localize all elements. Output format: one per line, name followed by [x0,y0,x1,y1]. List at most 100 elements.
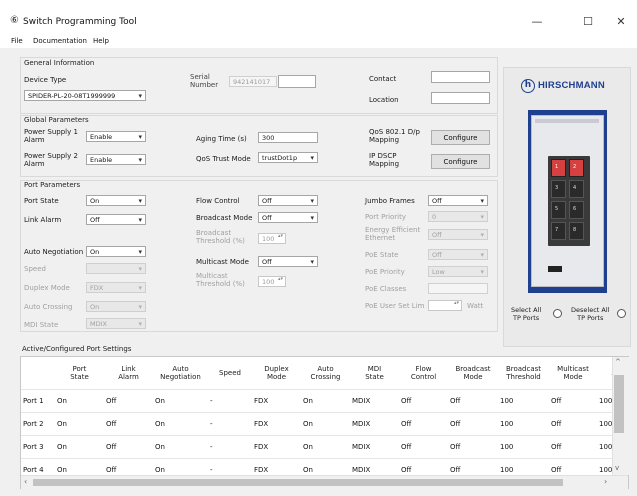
table-cell: - [208,389,252,413]
section-title-settings: Active/Configured Port Settings [22,345,132,353]
menu-file[interactable]: File [11,37,23,45]
column-header[interactable]: Link Alarm [104,357,153,390]
port-7[interactable] [551,222,566,240]
aging-time-input[interactable]: 300 [258,132,318,143]
hirschmann-h-icon: ⑥ [10,15,19,26]
auto-crossing-select: On [86,301,146,313]
power-supply-1-select[interactable]: Enable [86,131,146,143]
row-label: Port 1 [21,389,55,413]
table-cell: Off [104,412,153,436]
qos-mapping-label: QoS 802.1 D/p Mapping [369,128,420,144]
column-header[interactable]: Broadcast Threshold [498,357,549,390]
column-header[interactable]: Flow Control [399,357,448,390]
column-header[interactable]: Port State [55,357,104,390]
column-header[interactable]: Broadcast Mode [448,357,498,390]
port-3[interactable] [551,180,566,198]
broadcast-threshold-label: Broadcast Threshold (%) [196,229,245,245]
deselect-all-label: Deselect All TP Ports [571,306,610,322]
device-type-select[interactable]: SPIDER-PL-20-08T1999999 [24,90,146,102]
mdi-state-select: MDIX [86,318,146,330]
device-type-label: Device Type [24,76,67,84]
configure-qos-button[interactable]: Configure [431,130,490,145]
multicast-threshold-label: Multicast Threshold (%) [196,272,245,288]
column-header[interactable]: Auto Negotiation [153,357,208,390]
qos-trust-mode-select[interactable]: trustDot1p [258,152,318,164]
jumbo-frames-label: Jumbo Frames [365,197,415,205]
column-header[interactable] [21,357,55,390]
port-6[interactable] [569,201,584,219]
contact-input[interactable] [431,71,490,83]
port-state-label: Port State [24,197,59,205]
table-cell: Off [448,412,498,436]
location-label: Location [369,96,399,104]
power-supply-1-label: Power Supply 1 Alarm [24,128,78,144]
menu-documentation[interactable]: Documentation [33,37,87,45]
column-header[interactable]: MDI State [350,357,399,390]
column-header[interactable]: Duplex Mode [252,357,301,390]
poe-state-select: Off [428,249,488,261]
port-number-4: 4 [573,185,577,191]
auto-negotiation-select[interactable]: On [86,246,146,258]
table-cell: 100 [498,412,549,436]
jumbo-frames-select[interactable]: Off [428,195,488,207]
port-4[interactable] [569,180,584,198]
scroll-right-arrow-icon[interactable]: › [604,477,607,486]
table-cell: Off [448,389,498,413]
table-cell: Off [549,412,597,436]
serial-number-input[interactable] [278,75,316,88]
port-number-1: 1 [555,164,559,170]
row-label: Port 3 [21,435,55,459]
port-number-3: 3 [555,185,559,191]
poe-classes-field [428,283,488,294]
auto-negotiation-label: Auto Negotiation [24,248,84,256]
port-2[interactable] [569,159,584,177]
port-5[interactable] [551,201,566,219]
menu-help[interactable]: Help [93,37,109,45]
flow-control-select[interactable]: Off [258,195,318,207]
maximize-button[interactable]: ☐ [573,12,603,32]
minimize-button[interactable]: — [522,12,552,32]
power-supply-2-select[interactable]: Enable [86,154,146,166]
table-cell: MDIX [350,412,399,436]
table-cell: Off [549,435,597,459]
table-cell: Off [399,389,448,413]
table-cell: 100 [498,435,549,459]
location-input[interactable] [431,92,490,104]
multicast-mode-label: Multicast Mode [196,258,249,266]
table-cell: On [153,435,208,459]
port-number-2: 2 [573,164,577,170]
table-cell: On [55,412,104,436]
port-state-select[interactable]: On [86,195,146,207]
configure-dscp-button[interactable]: Configure [431,154,490,169]
switch-label-strip [535,119,599,123]
table-row[interactable]: Port 3 On Off On - FDX On MDIX Off Off 100 Off 100 [21,435,628,459]
scroll-up-arrow-icon[interactable]: ^ [615,358,621,366]
table-cell: Off [104,435,153,459]
port-8[interactable] [569,222,584,240]
multicast-mode-select[interactable]: Off [258,256,318,268]
table-row[interactable]: Port 1 On Off On - FDX On MDIX Off Off 100 Off 100 [21,389,628,413]
column-header[interactable]: Multicast Mode [549,357,597,390]
serial-number-label: Serial Number [190,73,219,89]
link-alarm-select[interactable]: Off [86,214,146,226]
deselect-all-radio[interactable] [617,309,626,318]
select-all-radio[interactable] [553,309,562,318]
port-priority-select: 0 [428,211,488,223]
broadcast-mode-select[interactable]: Off [258,212,318,224]
column-header[interactable]: Auto Crossing [301,357,350,390]
multicast-threshold-spinner: 100 [258,276,286,287]
table-cell: - [208,435,252,459]
horizontal-scroll-thumb[interactable] [33,479,563,486]
table-row[interactable]: Port 2 On Off On - FDX On MDIX Off Off 100 Off 100 [21,412,628,436]
table-cell: On [301,412,350,436]
close-button[interactable]: ✕ [606,12,636,32]
mdi-state-label: MDI State [24,321,59,329]
vertical-scroll-thumb[interactable] [614,375,624,433]
table-cell: On [55,435,104,459]
scroll-left-arrow-icon[interactable]: ‹ [24,477,27,486]
window-title: Switch Programming Tool [23,17,137,27]
scroll-down-arrow-icon[interactable]: v [615,464,619,472]
port-1[interactable] [551,159,566,177]
table-cell: FDX [252,389,301,413]
column-header[interactable]: Speed [208,357,252,390]
